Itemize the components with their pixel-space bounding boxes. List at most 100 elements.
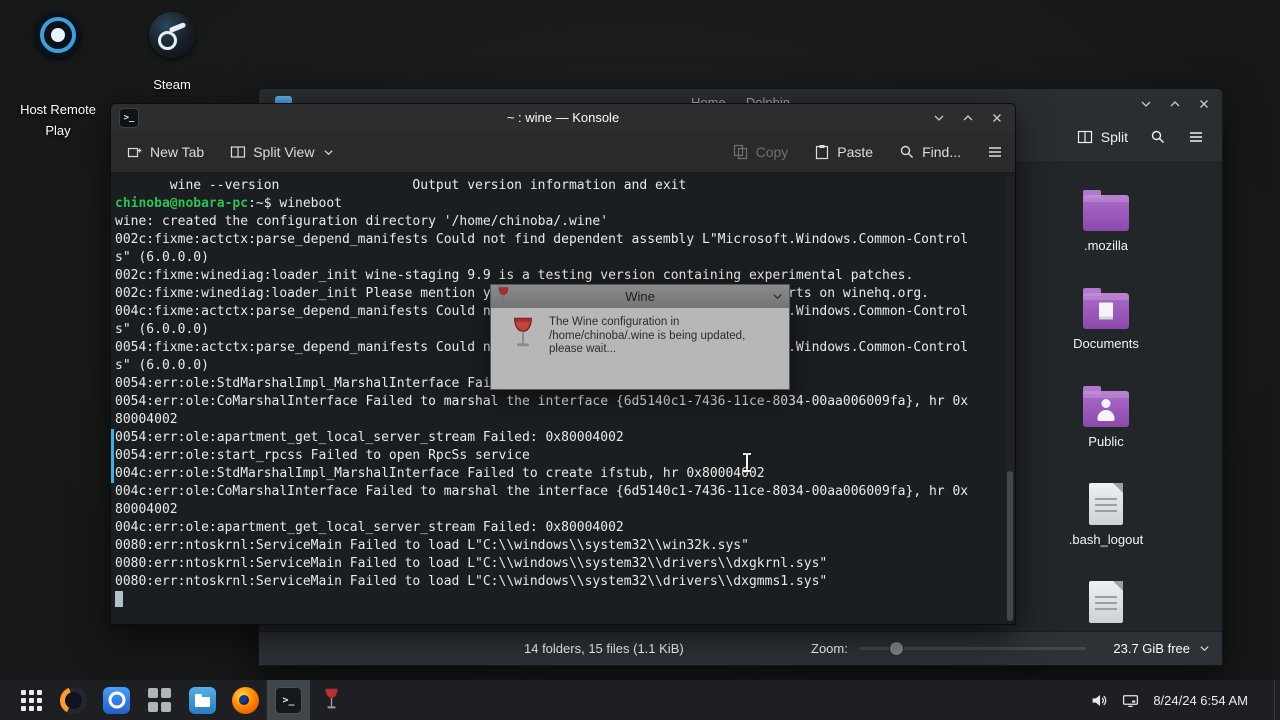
taskbar-app-firefox[interactable] (224, 680, 267, 720)
copy-button[interactable]: Copy (733, 144, 789, 160)
wine-glass-icon (514, 317, 532, 347)
free-space-label: 23.7 GiB free (1113, 641, 1190, 656)
terminal-scrollbar[interactable] (1006, 176, 1014, 621)
minimize-button[interactable] (929, 108, 949, 128)
minimize-icon (1141, 101, 1151, 107)
taskbar-app-grid[interactable] (138, 680, 181, 720)
search-button[interactable] (1150, 129, 1166, 145)
terminal-line: 004c:err:ole:StdMarshalImpl_MarshalInter… (115, 466, 765, 481)
firefox-dark-icon (60, 686, 87, 714)
paste-icon (816, 145, 829, 160)
scrollbar-handle[interactable] (1007, 471, 1013, 621)
mouse-ibeam-cursor (741, 453, 752, 472)
terminal-line: 0054:err:ole:start_rpcss Failed to open … (115, 448, 530, 463)
wine-glass-icon (498, 287, 509, 303)
search-icon (900, 145, 914, 159)
copy-icon (733, 144, 747, 160)
menu-button[interactable] (987, 144, 1003, 160)
wine-icon (325, 688, 338, 708)
steam-icon (149, 12, 195, 58)
taskbar: >_ 8/24/24 6:54 AM (0, 680, 1280, 720)
desktop: Host Remote Play Steam Home — Dolphin (0, 0, 1280, 720)
chevron-down-icon (324, 149, 334, 155)
close-button[interactable] (987, 108, 1007, 128)
dolphin-statusbar: 14 folders, 15 files (1.1 KiB) Zoom: 23.… (259, 631, 1222, 665)
file-item[interactable]: Documents (1059, 285, 1153, 351)
split-view-button[interactable]: Split View (230, 144, 334, 160)
folder-icon (1083, 288, 1129, 329)
taskbar-app-konsole[interactable]: >_ (267, 680, 310, 720)
close-button[interactable] (1194, 94, 1214, 114)
close-icon (993, 114, 1001, 122)
maximize-icon (1170, 101, 1180, 107)
terminal-line: chinoba@nobara-pc:~$ wineboot (115, 196, 342, 211)
split-button[interactable]: Split (1077, 129, 1128, 145)
taskbar-app-firefox-dark[interactable] (52, 680, 95, 720)
terminal-line: 004c:err:ole:CoMarshalInterface Failed t… (115, 484, 969, 499)
minimize-button[interactable] (1136, 94, 1156, 114)
menu-button[interactable] (1188, 129, 1204, 145)
file-item[interactable]: Public (1059, 383, 1153, 449)
display-icon[interactable] (1122, 692, 1139, 709)
folder-icon (1083, 190, 1129, 231)
search-icon (1151, 130, 1165, 144)
zoom-slider-handle[interactable] (889, 641, 904, 656)
terminal-line: 0080:err:ntoskrnl:ServiceMain Failed to … (115, 574, 828, 589)
chevron-down-icon[interactable] (1199, 643, 1210, 654)
file-item[interactable]: .mozilla (1059, 187, 1153, 253)
blue-app-icon (103, 686, 130, 714)
wine-dialog[interactable]: Wine The Wine configuration in /home/chi… (490, 284, 790, 390)
desktop-icon-label: Host Remote Play (20, 102, 96, 138)
file-icon (1089, 581, 1123, 623)
wine-dialog-titlebar[interactable]: Wine (491, 285, 789, 308)
taskbar-app-wine[interactable] (310, 680, 353, 720)
wine-dialog-title: Wine (625, 289, 655, 304)
folder-summary: 14 folders, 15 files (1.1 KiB) (524, 641, 684, 656)
find-button[interactable]: Find... (899, 144, 961, 160)
split-button-label: Split (1100, 129, 1128, 145)
terminal-area[interactable]: wine --version Output version informatio… (111, 173, 1015, 624)
app-launcher-button[interactable] (10, 680, 52, 720)
clock[interactable]: 8/24/24 6:54 AM (1153, 693, 1248, 708)
taskbar-app-dolphin[interactable] (181, 680, 224, 720)
maximize-icon (963, 115, 973, 121)
desktop-icon-label: Steam (153, 77, 191, 92)
paste-button[interactable]: Paste (814, 144, 873, 160)
hamburger-menu-icon (1190, 132, 1202, 142)
konsole-titlebar[interactable]: >_ ~ : wine — Konsole (111, 104, 1015, 132)
wine-message-line: please wait... (549, 343, 617, 355)
terminal-line: 0080:err:ntoskrnl:ServiceMain Failed to … (115, 538, 749, 553)
terminal-line: 0080:err:ntoskrnl:ServiceMain Failed to … (115, 556, 828, 571)
firefox-icon (232, 686, 259, 714)
show-desktop-button[interactable] (1274, 680, 1280, 720)
file-label: Documents (1073, 336, 1139, 351)
file-item[interactable]: .bash_logout (1059, 481, 1153, 547)
file-label: Public (1088, 434, 1124, 449)
terminal-line: 002c:fixme:winediag:loader_init wine-sta… (115, 268, 914, 283)
volume-icon[interactable] (1091, 692, 1108, 709)
file-label: .bash_logout (1068, 532, 1144, 547)
desktop-icon-steam[interactable]: Steam (126, 12, 218, 92)
new-tab-label: New Tab (150, 144, 205, 160)
app-launcher-icon (20, 689, 42, 711)
desktop-icon-host-remote-play[interactable]: Host Remote Play (8, 12, 108, 141)
konsole-window-title: ~ : wine — Konsole (506, 110, 620, 125)
copy-label: Copy (755, 144, 789, 160)
terminal-line: 004c:err:ole:apartment_get_local_server_… (115, 520, 624, 535)
terminal-line: s" (6.0.0.0) (115, 250, 209, 265)
file-item[interactable] (1059, 579, 1153, 630)
konsole-icon: >_ (275, 686, 302, 714)
wine-message-line: /home/chinoba/.wine is being updated, (549, 329, 746, 342)
terminal-cursor (115, 591, 123, 607)
maximize-button[interactable] (1165, 94, 1185, 114)
dolphin-icon (189, 686, 216, 714)
chevron-down-icon[interactable] (772, 291, 783, 302)
split-view-label: Split View (253, 144, 315, 160)
close-icon (1200, 100, 1208, 108)
folder-icon (1083, 386, 1129, 427)
new-tab-button[interactable]: New Tab (127, 144, 204, 160)
remote-play-icon (35, 12, 81, 58)
new-output-marker (111, 429, 114, 483)
taskbar-app-blue[interactable] (95, 680, 138, 720)
maximize-button[interactable] (958, 108, 978, 128)
